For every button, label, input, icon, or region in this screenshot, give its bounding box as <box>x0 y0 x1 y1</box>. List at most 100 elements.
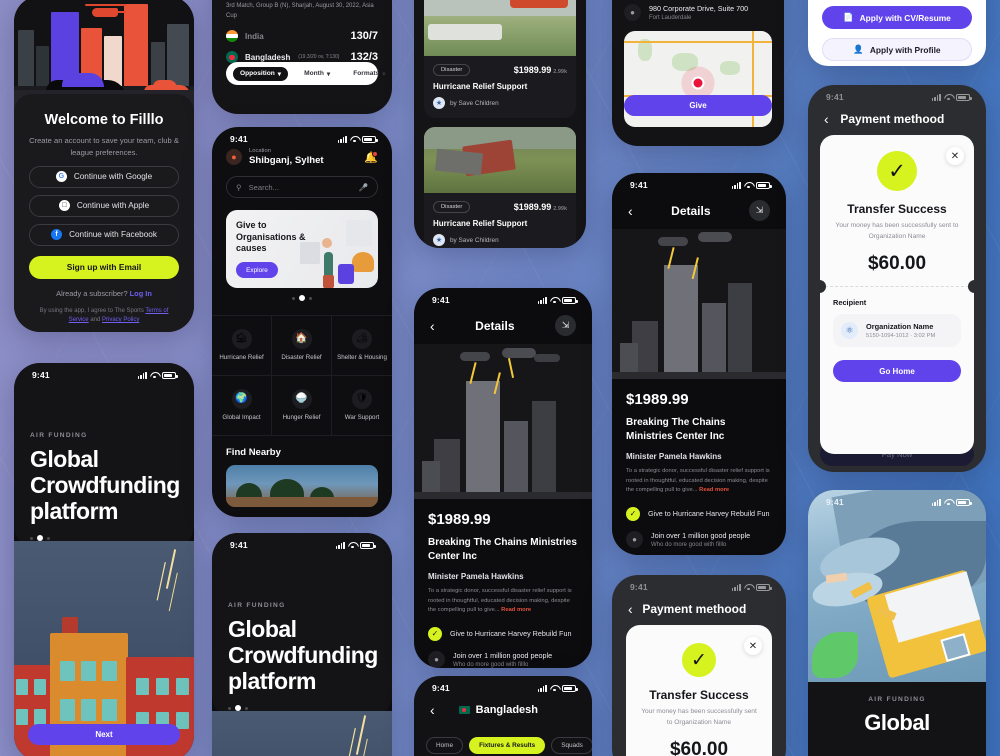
go-home-button[interactable]: Go Home <box>833 360 961 383</box>
battery-icon <box>562 684 578 692</box>
share-icon[interactable]: ⇲ <box>555 315 576 336</box>
share-icon[interactable]: ⇲ <box>749 200 770 221</box>
status-bar: 9:41 <box>228 533 376 550</box>
details-body: $1989.99 Breaking The Chains Ministries … <box>612 379 786 555</box>
tornado-illustration <box>808 490 986 682</box>
phone-payment-success: 9:41 ‹ Payment methood Pay Now ✕ ✓ Trans… <box>808 85 986 472</box>
read-more-link[interactable]: Read more <box>501 607 531 613</box>
storm-illustration <box>212 711 392 756</box>
people-subtitle: Who do more good with filllo <box>453 661 529 668</box>
people-row: ● Join over 1 million good people Who do… <box>626 530 772 548</box>
continue-with-apple-button[interactable]:  Continue with Apple <box>29 194 179 217</box>
status-icons <box>337 135 378 143</box>
next-button[interactable]: Next <box>28 724 180 745</box>
nearby-photo[interactable] <box>226 465 378 507</box>
wifi-icon <box>944 499 953 506</box>
filter-formats[interactable]: Formats ▾ <box>346 67 392 81</box>
donation-card[interactable]: Disaster $1989.99 2.99k Hurricane Relief … <box>424 0 576 118</box>
signal-icon <box>537 296 547 304</box>
category-label: Hunger Relief <box>282 413 321 421</box>
transfer-success-sheet: ✕ ✓ Transfer Success Your money has been… <box>626 625 772 756</box>
tab-squads[interactable]: Squads <box>551 737 592 754</box>
global-impact-icon: 🌍 <box>231 388 252 409</box>
sign-up-with-email-button[interactable]: Sign up with Email <box>29 255 179 279</box>
battery-icon <box>360 541 376 549</box>
filter-opposition[interactable]: Opposition ▾ <box>233 66 289 81</box>
tab-home[interactable]: Home <box>426 737 464 754</box>
signal-icon <box>337 135 347 143</box>
continue-with-facebook-button[interactable]: f Continue with Facebook <box>29 223 179 246</box>
onboarding-text-card: AIR FUNDING Global <box>808 682 986 756</box>
people-title: Join over 1 million good people <box>651 530 751 540</box>
chevron-left-icon[interactable]: ‹ <box>628 602 633 616</box>
carousel-pagination[interactable] <box>292 295 312 301</box>
filter-bar: Opposition ▾ Month ▾ Formats ▾ <box>226 62 386 85</box>
phone-details-map-top: ● 980 Corporate Drive, Suite 700 Fort La… <box>612 0 784 146</box>
promo-banner[interactable]: Give to Organisations & causes Explore <box>226 210 378 288</box>
status-time: 9:41 <box>230 134 248 144</box>
brand-kicker: AIR FUNDING <box>228 602 286 609</box>
status-icons <box>335 541 376 549</box>
status-time: 9:41 <box>32 370 50 380</box>
give-button[interactable]: Give <box>624 95 772 116</box>
location-pin-icon: ● <box>624 4 641 21</box>
category-shelter-housing[interactable]: 🏕 Shelter & Housing <box>332 316 392 376</box>
chevron-left-icon[interactable]: ‹ <box>628 204 633 218</box>
filter-month[interactable]: Month ▾ <box>297 67 337 81</box>
receipt-divider <box>813 280 981 294</box>
apply-with-profile-button[interactable]: 👤 Apply with Profile <box>822 38 972 61</box>
category-hunger-relief[interactable]: 🍚 Hunger Relief <box>272 376 332 436</box>
donation-card[interactable]: Disaster $1989.99 2.99k Hurricane Relief … <box>424 127 576 248</box>
close-icon[interactable]: ✕ <box>744 637 762 655</box>
success-text: Your money has been successfully sent to… <box>641 708 757 726</box>
match-meta: 3rd Match, Group B (N), Sharjah, August … <box>226 3 374 19</box>
log-in-link[interactable]: Log In <box>130 289 152 298</box>
apply-cv-label: Apply with CV/Resume <box>859 12 951 23</box>
status-bar: 9:41 <box>808 85 986 102</box>
team-score: 130/7 <box>350 30 378 43</box>
notification-bell-icon[interactable]: 🔔 <box>364 150 378 164</box>
location-value: Shibganj, Sylhet <box>249 155 324 166</box>
organization-title: Breaking The Chains Ministries Center In… <box>428 537 577 562</box>
signal-icon <box>931 93 941 101</box>
terms-row: By using the app, I agree to The Sports … <box>29 307 179 326</box>
microphone-icon[interactable]: 🎤 <box>359 183 368 192</box>
privacy-policy-link[interactable]: Privacy Policy <box>102 317 139 323</box>
recipient-card: ⚛ Organization Name 5150-1094-1012 · 3:0… <box>833 314 961 348</box>
payment-navbar: ‹ Payment methood <box>808 102 986 134</box>
battery-icon <box>162 371 178 379</box>
continue-with-google-button[interactable]: G Continue with Google <box>29 165 179 188</box>
map-pin-icon <box>691 76 705 90</box>
donation-org: ★ by Save Children <box>424 91 576 118</box>
tab-fixtures-results[interactable]: Fixtures & Results <box>469 737 546 754</box>
category-disaster-relief[interactable]: 🏠 Disaster Relief <box>272 316 332 376</box>
recipient-meta: 5150-1094-1012 · 3:02 PM <box>866 333 936 340</box>
disaster-illustration <box>414 344 592 499</box>
check-icon: ✓ <box>428 626 442 641</box>
explore-button[interactable]: Explore <box>236 262 278 279</box>
category-hurricane-relief[interactable]: 🏚 Hurricane Relief <box>212 316 272 376</box>
close-icon[interactable]: ✕ <box>946 147 964 165</box>
status-icons <box>537 296 578 304</box>
apply-with-cv-button[interactable]: 📄 Apply with CV/Resume <box>822 6 972 29</box>
person-icon: 👤 <box>853 44 864 54</box>
search-input[interactable]: ⚲ Search... 🎤 <box>226 176 378 198</box>
status-time: 9:41 <box>826 92 844 102</box>
chevron-left-icon[interactable]: ‹ <box>430 703 435 717</box>
battery-icon <box>362 135 378 143</box>
chevron-left-icon[interactable]: ‹ <box>824 112 829 126</box>
hunger-icon: 🍚 <box>291 388 312 409</box>
location-row[interactable]: ● Location Shibganj, Sylhet 🔔 <box>212 144 392 166</box>
chevron-left-icon[interactable]: ‹ <box>430 319 435 333</box>
category-label: Hurricane Relief <box>219 353 264 361</box>
category-war-support[interactable]: 🛡 War Support <box>332 376 392 436</box>
tos-and: and <box>88 317 103 324</box>
apple-icon:  <box>58 200 70 212</box>
success-title: Transfer Success <box>649 688 749 702</box>
category-global-impact[interactable]: 🌍 Global Impact <box>212 376 272 436</box>
read-more-link[interactable]: Read more <box>699 487 729 493</box>
description: To a strategic donor, successful disaste… <box>626 468 770 494</box>
signal-icon <box>335 541 345 549</box>
page-title: Welcome to Filllo <box>44 112 164 128</box>
description: To a strategic donor, successful disaste… <box>428 588 572 614</box>
